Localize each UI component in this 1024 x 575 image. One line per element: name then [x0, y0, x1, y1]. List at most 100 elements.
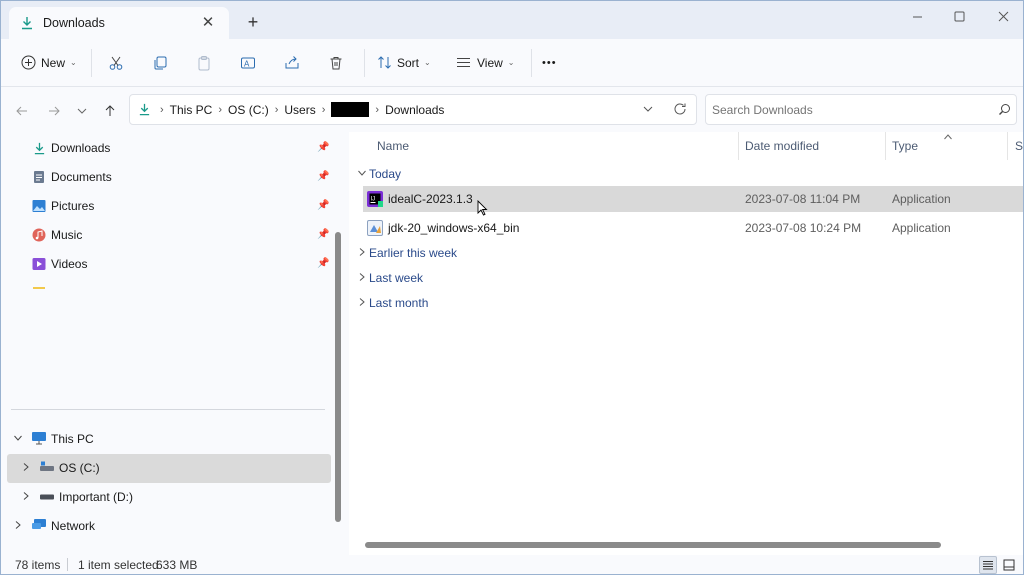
- breadcrumb-os-c[interactable]: OS (C:): [228, 103, 269, 117]
- sidebar-item-label: Network: [51, 519, 96, 533]
- toolbar-divider: [531, 48, 532, 77]
- address-bar[interactable]: › This PC › OS (C:) › Users › › Download…: [129, 94, 697, 125]
- view-label: View: [477, 55, 503, 70]
- breadcrumb-chevron-icon: ›: [321, 103, 326, 116]
- chevron-right-icon[interactable]: [13, 519, 31, 533]
- installer-app-icon: [367, 220, 383, 236]
- sidebar-item-this-pc[interactable]: This PC: [13, 425, 94, 453]
- toolbar-divider: [91, 48, 92, 77]
- forward-arrow-icon[interactable]: [43, 100, 65, 122]
- column-header-size[interactable]: Si: [1015, 132, 1023, 160]
- sidebar-item-label: Videos: [51, 257, 88, 271]
- refresh-icon[interactable]: [673, 102, 687, 119]
- search-box[interactable]: [705, 94, 1017, 125]
- sidebar-scrollbar[interactable]: [335, 232, 341, 522]
- chevron-right-icon[interactable]: [21, 461, 39, 475]
- group-label: Last month: [369, 296, 429, 310]
- group-header-last-week[interactable]: Last week: [357, 268, 423, 288]
- sidebar-item-videos[interactable]: Videos: [31, 253, 87, 275]
- status-selection: 1 item selected: [78, 558, 159, 572]
- search-input[interactable]: [712, 102, 992, 117]
- redacted-username[interactable]: [331, 102, 370, 117]
- more-options-icon[interactable]: •••: [542, 47, 557, 79]
- pin-icon[interactable]: 📌: [317, 229, 329, 240]
- tab-downloads[interactable]: Downloads ✕: [9, 7, 229, 39]
- breadcrumb-downloads[interactable]: Downloads: [385, 103, 444, 117]
- rename-icon[interactable]: A: [230, 47, 266, 79]
- group-label: Last week: [369, 271, 424, 285]
- plus-icon: [15, 47, 41, 79]
- sidebar-item-label: Documents: [51, 170, 112, 184]
- file-row[interactable]: jdk-20_windows-x64_bin 2023-07-08 10:24 …: [363, 215, 1023, 241]
- sidebar-item-label: OS (C:): [59, 461, 100, 475]
- pin-icon[interactable]: 📌: [317, 171, 329, 182]
- close-window-button[interactable]: [981, 5, 1023, 27]
- title-bar: Downloads ✕ +: [1, 1, 1023, 39]
- videos-icon: [31, 256, 47, 272]
- horizontal-scrollbar[interactable]: [365, 542, 941, 548]
- new-button[interactable]: New ⌄: [15, 47, 83, 79]
- sort-button[interactable]: Sort ⌄: [371, 47, 439, 79]
- share-icon[interactable]: [274, 47, 310, 79]
- back-arrow-icon[interactable]: [11, 100, 33, 122]
- file-type: Application: [892, 192, 951, 206]
- paste-icon[interactable]: [186, 47, 222, 79]
- group-label: Today: [369, 167, 402, 181]
- column-divider[interactable]: [1007, 132, 1008, 160]
- group-header-today[interactable]: Today: [357, 164, 401, 184]
- close-tab-icon[interactable]: ✕: [199, 14, 217, 32]
- chevron-down-icon: ⌄: [70, 58, 77, 67]
- drive-icon: [39, 461, 59, 476]
- minimize-button[interactable]: [895, 5, 939, 27]
- breadcrumb-users[interactable]: Users: [284, 103, 315, 117]
- svg-text:IJ: IJ: [371, 197, 376, 203]
- sidebar-item-documents[interactable]: Documents: [31, 166, 112, 188]
- column-header-name[interactable]: Name: [377, 132, 409, 160]
- sidebar-item-downloads[interactable]: Downloads: [31, 137, 110, 159]
- view-button[interactable]: View ⌄: [449, 47, 521, 79]
- pin-icon[interactable]: 📌: [317, 258, 329, 269]
- cut-icon[interactable]: [98, 47, 134, 79]
- preview-view-icon[interactable]: [1000, 556, 1018, 574]
- chevron-down-icon: ⌄: [507, 58, 515, 67]
- group-header-last-month[interactable]: Last month: [357, 293, 428, 313]
- copy-icon[interactable]: [142, 47, 178, 79]
- maximize-button[interactable]: [937, 5, 981, 27]
- search-icon[interactable]: [992, 103, 1016, 116]
- new-tab-button[interactable]: +: [244, 13, 262, 31]
- sort-ascending-icon: [943, 130, 953, 144]
- file-row[interactable]: IJ idealC-2023.1.3 2023-07-08 11:04 PM A…: [363, 186, 1023, 212]
- recent-locations-chevron-icon[interactable]: [71, 100, 93, 122]
- sort-label: Sort: [397, 55, 420, 70]
- pin-icon[interactable]: 📌: [317, 200, 329, 211]
- up-arrow-icon[interactable]: [99, 100, 121, 122]
- group-header-earlier-this-week[interactable]: Earlier this week: [357, 243, 457, 263]
- column-divider[interactable]: [885, 132, 886, 160]
- pictures-icon: [31, 198, 47, 214]
- column-header-type[interactable]: Type: [892, 132, 918, 160]
- breadcrumb-this-pc[interactable]: This PC: [170, 103, 213, 117]
- chevron-right-icon[interactable]: [21, 490, 39, 504]
- delete-icon[interactable]: [318, 47, 354, 79]
- sidebar-item-label: Important (D:): [59, 490, 134, 504]
- sidebar-divider: [11, 409, 325, 410]
- pin-icon[interactable]: 📌: [317, 142, 329, 153]
- column-divider[interactable]: [738, 132, 739, 160]
- breadcrumb-chevron-icon: ›: [274, 103, 279, 116]
- column-header-date-modified[interactable]: Date modified: [745, 132, 819, 160]
- sidebar-item-network[interactable]: Network: [13, 512, 95, 540]
- address-history-chevron-icon[interactable]: [642, 103, 654, 118]
- sidebar-item-important-d[interactable]: Important (D:): [21, 483, 133, 511]
- sidebar-item-label: Pictures: [51, 199, 95, 213]
- intellij-app-icon: IJ: [367, 191, 383, 207]
- file-type: Application: [892, 221, 951, 235]
- sidebar-item-label: Music: [51, 228, 83, 242]
- file-explorer-window: Downloads ✕ + New ⌄ A Sort ⌄ View ⌄ ••• …: [0, 0, 1024, 575]
- sidebar-item-music[interactable]: Music: [31, 224, 82, 246]
- sidebar-item-pictures[interactable]: Pictures: [31, 195, 94, 217]
- chevron-right-icon: [357, 247, 369, 260]
- details-view-icon[interactable]: [979, 556, 997, 574]
- chevron-right-icon: [357, 272, 369, 285]
- chevron-down-icon[interactable]: [13, 432, 27, 446]
- sidebar-item-os-c[interactable]: OS (C:): [21, 454, 100, 482]
